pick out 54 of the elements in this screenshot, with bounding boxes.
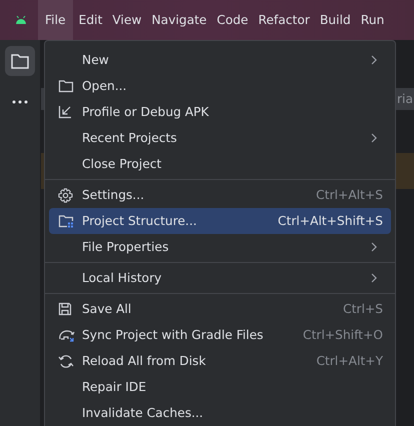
chevron-right-icon [371,55,377,65]
menu-bar-item[interactable]: Navigate [148,0,211,40]
menu-item[interactable]: Settings... Ctrl+Alt+S [49,182,391,208]
menu-bar-item[interactable]: File [38,0,73,40]
menu-bar-item[interactable]: Refactor [254,0,314,40]
android-logo-icon[interactable] [15,16,27,24]
menu-item[interactable]: File Properties [49,234,391,260]
menu-item-label: New [82,53,109,67]
shortcut-label: Ctrl+Alt+Shift+S [278,214,383,228]
menu-item[interactable]: New [49,47,391,73]
folder-icon[interactable] [5,46,35,76]
menu-bar-item[interactable]: Run [356,0,388,40]
more-icon[interactable] [12,100,28,104]
shortcut-label: Ctrl+Shift+O [302,328,383,342]
shortcut-label: Ctrl+Alt+S [316,188,383,202]
reload-icon [58,354,74,368]
menu-item-label: Close Project [82,157,162,171]
menu-item-label: Settings... [82,188,144,202]
menu-item-label: File Properties [82,240,169,254]
menu-item[interactable]: Repair IDE [49,374,391,400]
menu-item[interactable]: Recent Projects [49,125,391,151]
chevron-right-icon [371,242,377,252]
menu-item-label: Recent Projects [82,131,177,145]
menu-item-label: Save All [82,302,132,316]
menu-item-label: Sync Project with Gradle Files [82,328,264,342]
folder-grid-icon [58,214,74,228]
menu-item-label: Repair IDE [82,380,146,394]
menu-bar-item[interactable]: Edit [74,0,106,40]
elephant-sync-icon [58,328,76,342]
shortcut-label: Ctrl+Alt+Y [316,354,383,368]
menu-item[interactable]: Close Project [49,151,391,177]
menu-item-label: Project Structure... [82,214,197,228]
menu-item[interactable]: Save All Ctrl+S [49,296,391,322]
menu-item[interactable]: Sync Project with Gradle Files Ctrl+Shift+O [49,322,391,348]
menu-bar-item[interactable]: Code [212,0,252,40]
menu-item[interactable]: Project Structure... Ctrl+Alt+Shift+S [49,208,391,234]
menu-item[interactable]: Reload All from Disk Ctrl+Alt+Y [49,348,391,374]
menu-item-label: Local History [82,271,162,285]
arrow-into-corner-icon [58,105,72,119]
menu-item-label: Profile or Debug APK [82,105,209,119]
menu-item[interactable]: Open... [49,73,391,99]
menu-bar-item[interactable]: Build [316,0,355,40]
menu-item[interactable]: Invalidate Caches... [49,400,391,426]
menu-item-label: Open... [82,79,127,93]
chevron-right-icon [371,133,377,143]
folder-icon [58,79,74,93]
menu-item-label: Invalidate Caches... [82,406,204,420]
shortcut-label: Ctrl+S [343,302,383,316]
menu-bar-item[interactable]: View [108,0,146,40]
menu-item[interactable]: Local History [49,265,391,291]
settings-icon [58,188,73,202]
chevron-right-icon [371,273,377,283]
menu-item[interactable]: Profile or Debug APK [49,99,391,125]
menu-item-label: Reload All from Disk [82,354,206,368]
